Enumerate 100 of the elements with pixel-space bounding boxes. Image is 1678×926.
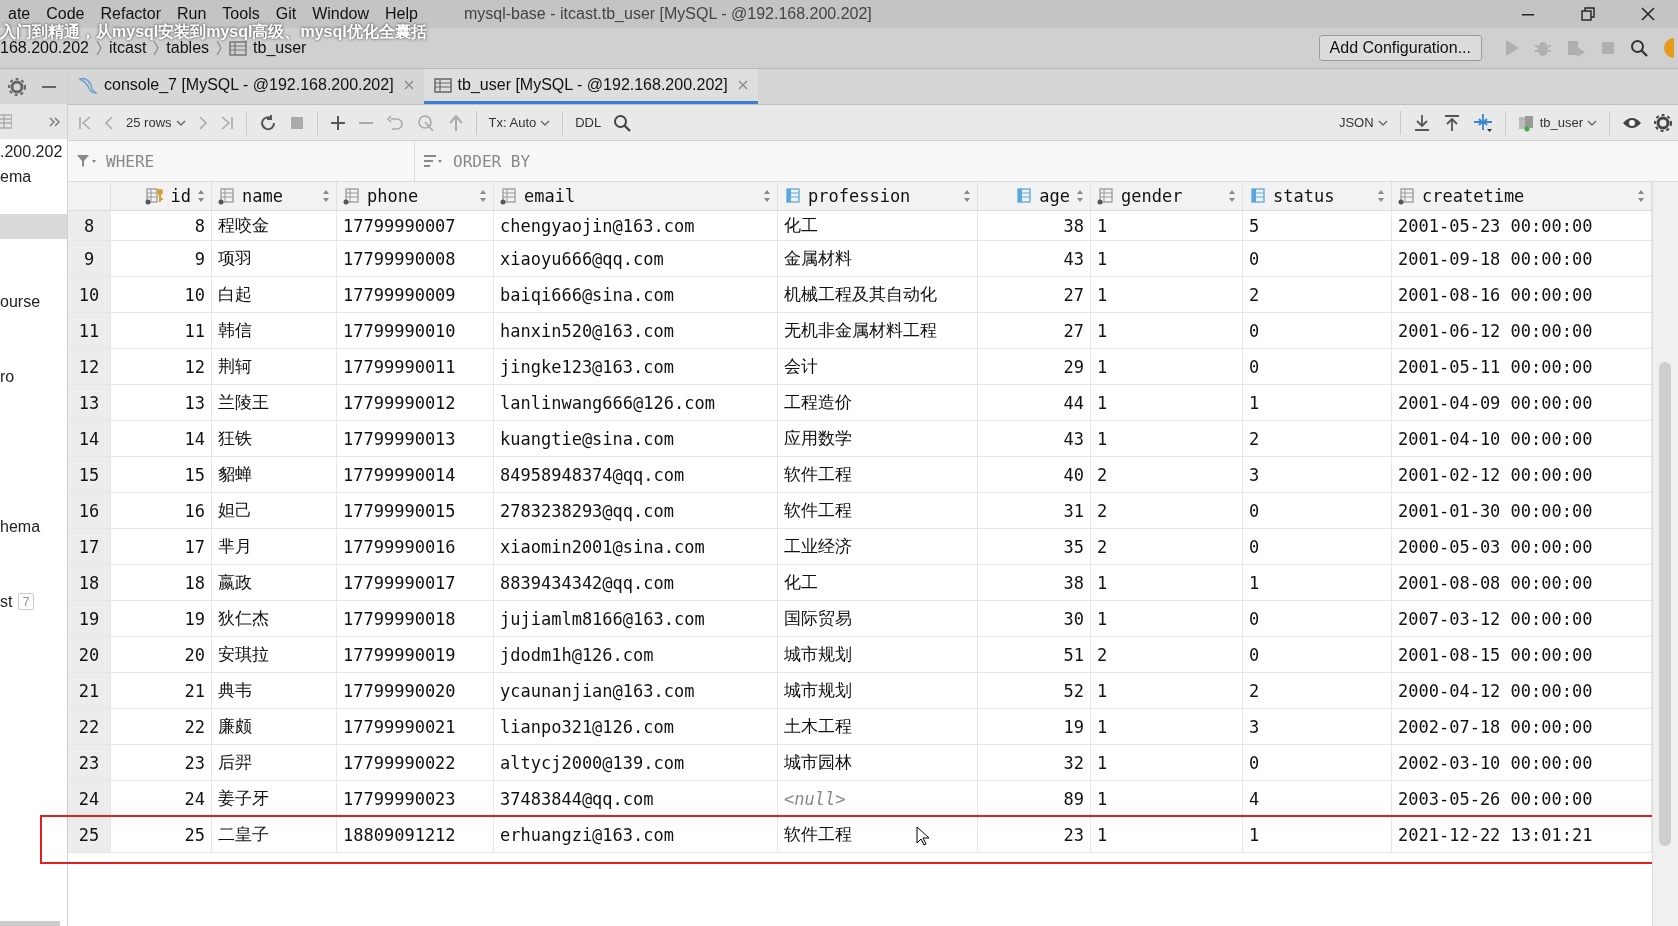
preview-icon[interactable] bbox=[415, 113, 436, 132]
undo-icon[interactable] bbox=[385, 114, 404, 131]
tree-item[interactable]: st bbox=[0, 592, 13, 611]
next-icon[interactable] bbox=[197, 114, 208, 131]
table-cell: 芈月 bbox=[212, 529, 337, 564]
table-cell: 17799990013 bbox=[337, 421, 494, 456]
breadcrumb-item[interactable]: tables bbox=[166, 39, 210, 57]
menu-item[interactable]: Run bbox=[168, 5, 215, 23]
sort-icon[interactable] bbox=[1637, 189, 1645, 203]
table-cell: chengyaojin@163.com bbox=[494, 211, 778, 240]
row-number: 18 bbox=[68, 565, 111, 600]
row-number: 15 bbox=[68, 457, 111, 492]
table-cell: 14 bbox=[111, 421, 212, 456]
tree-item[interactable]: ourse bbox=[0, 292, 41, 311]
menu-item[interactable]: Refactor bbox=[92, 5, 169, 23]
table-cell: 27 bbox=[978, 313, 1091, 348]
table-cell: 32 bbox=[978, 745, 1091, 780]
table-cell: 17799990017 bbox=[337, 565, 494, 600]
tree-item[interactable]: ema bbox=[0, 167, 32, 186]
row-number: 16 bbox=[68, 493, 111, 528]
table-cell: 2 bbox=[1091, 637, 1243, 672]
table-icon[interactable] bbox=[0, 113, 12, 130]
breadcrumb-item[interactable]: itcast bbox=[109, 39, 147, 57]
search-icon[interactable] bbox=[1630, 39, 1648, 57]
column-icon bbox=[1097, 187, 1115, 205]
column-header[interactable]: name bbox=[212, 182, 337, 210]
menu-item[interactable]: ate bbox=[0, 5, 39, 23]
column-header[interactable]: email bbox=[494, 182, 778, 210]
table-cell: 17799990016 bbox=[337, 529, 494, 564]
search-icon[interactable] bbox=[613, 113, 632, 132]
column-header[interactable]: profession bbox=[778, 182, 978, 210]
page-size-dropdown[interactable]: 25 rows bbox=[126, 115, 186, 130]
sort-icon[interactable] bbox=[322, 189, 330, 203]
previous-icon[interactable] bbox=[104, 114, 114, 131]
table-cell: 2 bbox=[1091, 457, 1243, 492]
first-page-icon[interactable] bbox=[78, 114, 92, 131]
menu-item[interactable]: Code bbox=[38, 5, 93, 23]
export-icon[interactable] bbox=[1442, 113, 1461, 132]
transaction-dropdown[interactable]: Tx: Auto bbox=[488, 115, 551, 130]
settings-icon[interactable] bbox=[8, 77, 26, 96]
table-cell: 1 bbox=[1091, 349, 1243, 384]
table-cell: 4 bbox=[1243, 781, 1392, 816]
column-header[interactable]: phone bbox=[337, 182, 494, 210]
column-header[interactable]: id bbox=[111, 182, 212, 210]
column-header[interactable]: status bbox=[1243, 182, 1392, 210]
table-cell: 21 bbox=[111, 673, 212, 708]
scrollbar-thumb[interactable] bbox=[1659, 362, 1671, 846]
menu-item[interactable]: Tools bbox=[214, 5, 268, 23]
add-icon[interactable] bbox=[329, 114, 346, 131]
ddl-button[interactable]: DDL bbox=[575, 115, 602, 130]
editor-tab[interactable]: console_7 [MySQL - @192.168.200.202] bbox=[68, 69, 424, 104]
breadcrumb-item[interactable]: tb_user bbox=[253, 39, 307, 57]
column-icon bbox=[1249, 187, 1267, 205]
tree-item[interactable]: .200.202 bbox=[0, 142, 63, 161]
table-cell: 荆轲 bbox=[212, 349, 337, 384]
table-cell: 17799990022 bbox=[337, 745, 494, 780]
table-cell: 二皇子 bbox=[212, 817, 337, 852]
compare-icon[interactable] bbox=[1472, 112, 1493, 133]
sort-icon[interactable] bbox=[763, 189, 771, 203]
download-icon[interactable] bbox=[1412, 113, 1431, 132]
table-cell: 0 bbox=[1243, 745, 1392, 780]
column-icon bbox=[500, 187, 518, 205]
format-dropdown[interactable]: JSON bbox=[1338, 115, 1388, 130]
menu-item[interactable]: Git bbox=[267, 5, 305, 23]
sort-icon[interactable] bbox=[479, 189, 487, 203]
tree-item[interactable]: ro bbox=[0, 367, 15, 386]
menu-item[interactable]: Window bbox=[304, 5, 378, 23]
sort-icon[interactable] bbox=[197, 189, 205, 203]
column-header[interactable]: age bbox=[978, 182, 1091, 210]
sort-icon[interactable] bbox=[1377, 189, 1385, 203]
table-cell: 兰陵王 bbox=[212, 385, 337, 420]
table-cell: 23 bbox=[111, 745, 212, 780]
table-cell: 40 bbox=[978, 457, 1091, 492]
last-page-icon[interactable] bbox=[219, 114, 234, 131]
menu-item[interactable]: Help bbox=[377, 5, 426, 23]
table-cell: 12 bbox=[111, 349, 212, 384]
caret-icon bbox=[1377, 118, 1388, 127]
row-number: 10 bbox=[68, 277, 111, 312]
tree-item[interactable]: hema bbox=[0, 517, 41, 536]
stop-icon[interactable] bbox=[288, 114, 305, 131]
more-icon[interactable] bbox=[49, 116, 61, 127]
refresh-icon[interactable] bbox=[258, 113, 277, 132]
add-configuration-button[interactable]: Add Configuration... bbox=[1318, 35, 1482, 61]
close-icon[interactable] bbox=[1641, 7, 1655, 21]
table-cell: 35 bbox=[978, 529, 1091, 564]
settings-icon[interactable] bbox=[1654, 113, 1672, 132]
breadcrumb-item[interactable]: 168.200.202 bbox=[0, 39, 89, 57]
table-cell: 2 bbox=[1091, 493, 1243, 528]
editor-tab[interactable]: tb_user [MySQL - @192.168.200.202] bbox=[423, 69, 758, 104]
table-cell: altycj2000@139.com bbox=[494, 745, 778, 780]
sort-icon[interactable] bbox=[1228, 189, 1236, 203]
filter-icon bbox=[76, 153, 98, 169]
row-number: 14 bbox=[68, 421, 111, 456]
restore-icon[interactable] bbox=[1581, 7, 1595, 21]
datasource-dropdown[interactable]: tb_user bbox=[1517, 113, 1597, 132]
table-cell: hanxin520@163.com bbox=[494, 313, 778, 348]
sort-icon[interactable] bbox=[1076, 189, 1084, 203]
column-header[interactable]: gender bbox=[1091, 182, 1243, 210]
sort-icon[interactable] bbox=[963, 189, 971, 203]
upload-icon[interactable] bbox=[447, 113, 464, 132]
